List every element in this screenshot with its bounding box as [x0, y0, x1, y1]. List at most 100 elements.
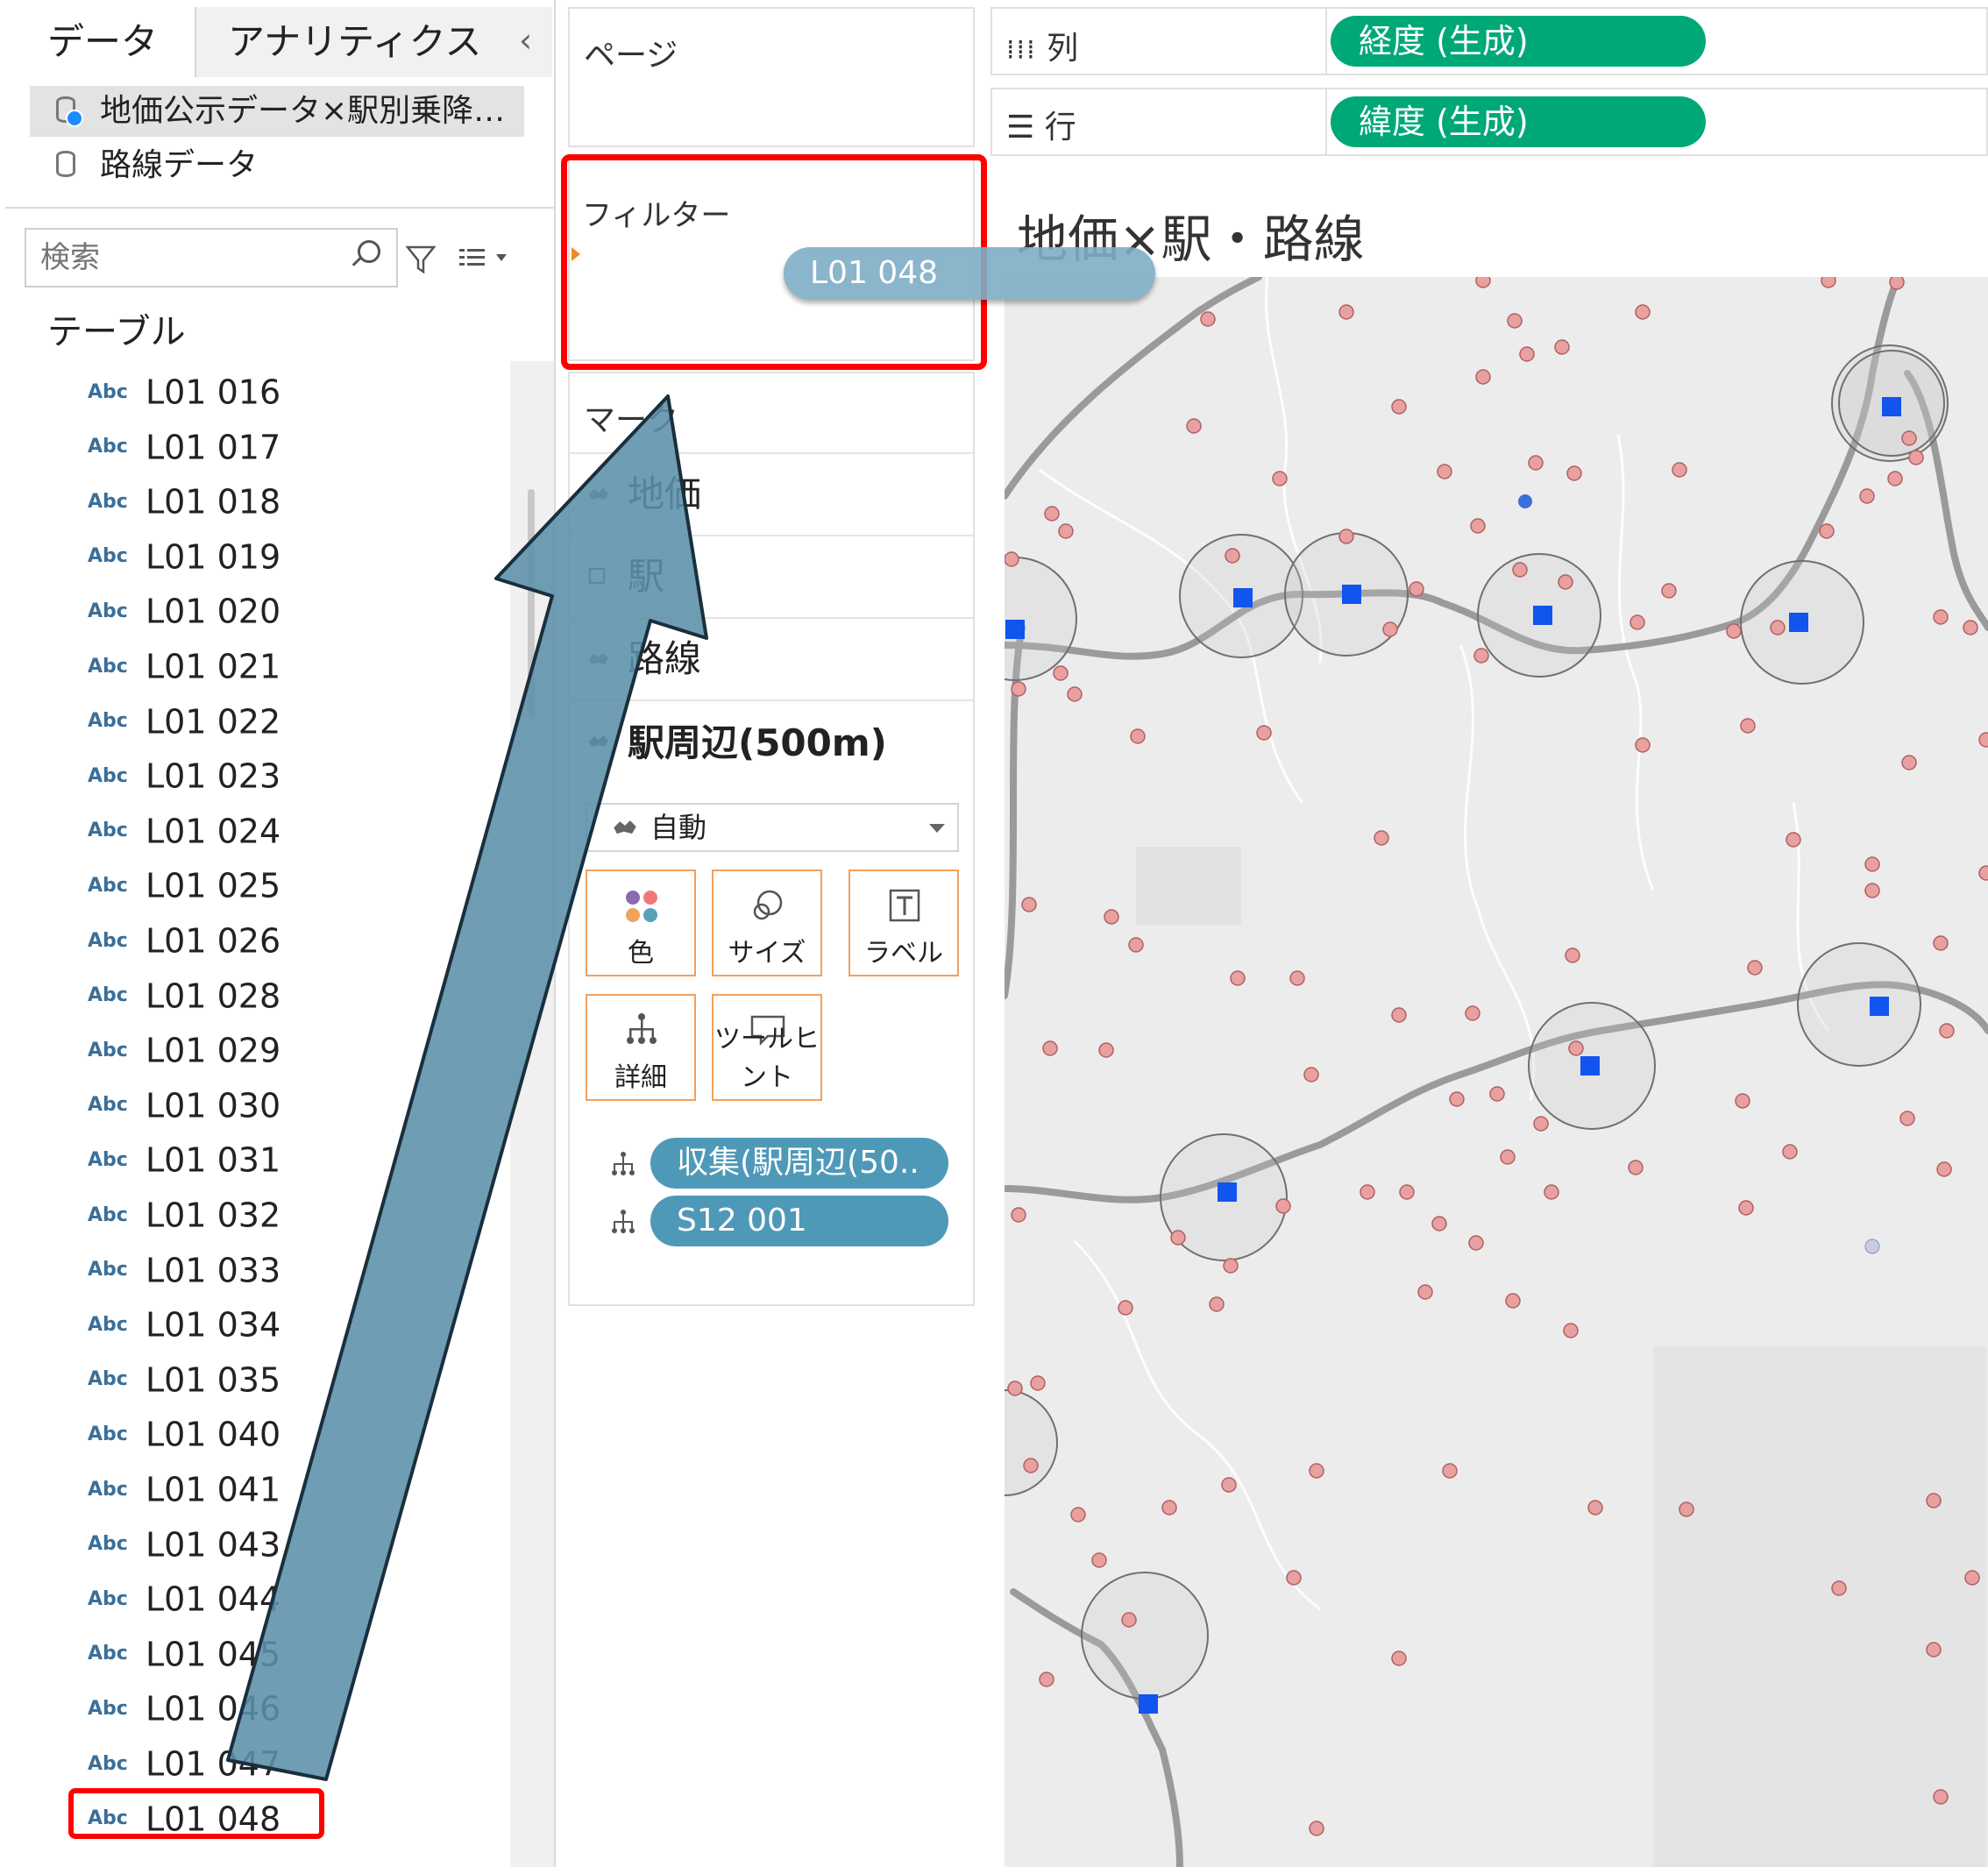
field-item[interactable]: Abc L01 044 [88, 1570, 280, 1624]
field-item[interactable]: Abc L01 024 [88, 802, 280, 856]
field-label: L01 021 [146, 647, 281, 686]
station-marker [1870, 997, 1889, 1016]
size-button[interactable]: サイズ [712, 870, 822, 976]
datasource-item[interactable]: 地価公示データ×駅別乗降… [30, 86, 524, 137]
land-price-point [1747, 960, 1763, 976]
search-input[interactable] [25, 228, 398, 288]
land-price-point [1431, 1216, 1447, 1232]
field-item[interactable]: Abc L01 040 [88, 1405, 280, 1459]
string-type-icon: Abc [88, 1203, 128, 1226]
station-marker [1789, 613, 1808, 632]
field-label: L01 045 [146, 1635, 281, 1674]
field-item[interactable]: Abc L01 031 [88, 1131, 280, 1185]
field-item[interactable]: Abc L01 043 [88, 1516, 280, 1570]
field-item[interactable]: Abc L01 028 [88, 967, 280, 1021]
mark-type-dropdown[interactable]: 自動 [586, 803, 959, 852]
station-marker [1580, 1056, 1600, 1075]
field-label: L01 032 [146, 1196, 281, 1235]
land-price-point [1926, 1493, 1942, 1509]
tooltip-button[interactable]: ツールヒント [712, 994, 822, 1101]
land-price-point [1470, 518, 1486, 534]
field-item[interactable]: Abc L01 017 [88, 418, 280, 472]
tab-data[interactable]: データ [5, 7, 194, 77]
field-item[interactable]: Abc L01 045 [88, 1625, 280, 1679]
land-price-point [1831, 1580, 1847, 1596]
land-price-point [1507, 313, 1523, 329]
detail-button[interactable]: 詳細 [586, 994, 696, 1101]
detail-pill-s12[interactable]: S12 001 [650, 1196, 948, 1246]
land-price-point [1170, 1230, 1186, 1246]
detail-pill-collect[interactable]: 収集(駅周辺(50.. [650, 1138, 948, 1189]
station-buffer [1005, 557, 1077, 681]
field-item[interactable]: Abc L01 033 [88, 1241, 280, 1296]
field-item[interactable]: Abc L01 021 [88, 637, 280, 692]
field-item[interactable]: Abc L01 018 [88, 472, 280, 527]
land-price-point [1889, 277, 1905, 290]
string-type-icon: Abc [88, 1533, 128, 1556]
field-item[interactable]: Abc L01 047 [88, 1735, 280, 1789]
chevron-down-icon[interactable] [929, 824, 945, 833]
map-canvas[interactable] [1005, 277, 1988, 1867]
station-marker [1882, 397, 1901, 416]
land-price-point [1566, 465, 1582, 481]
field-item[interactable]: Abc L01 019 [88, 528, 280, 582]
land-price-point [1519, 346, 1535, 362]
rows-pill[interactable]: 緯度 (生成) [1331, 96, 1706, 147]
mark-layer-land-price[interactable]: 地価 [570, 452, 973, 533]
field-item[interactable]: Abc L01 030 [88, 1076, 280, 1131]
scrollbar-thumb[interactable] [528, 489, 535, 717]
land-price-point [1587, 1500, 1603, 1516]
land-price-point [1565, 948, 1580, 963]
field-item[interactable]: Abc L01 022 [88, 692, 280, 747]
tab-analytics[interactable]: アナリティクス [195, 7, 552, 77]
field-label: L01 019 [146, 537, 281, 577]
field-item[interactable]: Abc L01 034 [88, 1296, 280, 1350]
mark-type-label: 自動 [650, 811, 707, 844]
land-price-point [1128, 937, 1144, 953]
field-item[interactable]: Abc L01 035 [88, 1351, 280, 1405]
map-icon [589, 488, 608, 500]
string-type-icon: Abc [88, 984, 128, 1007]
string-type-icon: Abc [88, 1259, 128, 1281]
land-price-point [1230, 970, 1246, 986]
pages-card[interactable] [568, 7, 975, 147]
mark-layer-station[interactable]: 駅 [570, 535, 973, 615]
land-price-point [1417, 1284, 1433, 1300]
view-options-icon[interactable] [458, 244, 510, 275]
columns-pill[interactable]: 経度 (生成) [1331, 16, 1706, 67]
search-icon[interactable] [358, 240, 380, 263]
filter-icon[interactable] [405, 244, 437, 275]
field-item[interactable]: Abc L01 029 [88, 1021, 280, 1075]
map-view[interactable] [1005, 277, 1988, 1867]
land-price-point [1926, 1642, 1942, 1658]
field-item[interactable]: Abc L01 016 [88, 363, 280, 417]
mark-layer-station-area[interactable]: 駅周辺(500m) [570, 699, 973, 784]
collapse-pane-icon[interactable]: ‹ [519, 21, 532, 60]
land-price-point [1256, 725, 1272, 741]
land-price-point [1936, 1161, 1952, 1177]
field-label: L01 025 [146, 866, 281, 905]
mark-layer-label: 駅 [628, 555, 665, 598]
field-item[interactable]: Abc L01 032 [88, 1186, 280, 1240]
land-price-point [1672, 462, 1687, 478]
hierarchy-icon [627, 1013, 657, 1044]
mark-layer-line[interactable]: 路線 [570, 617, 973, 698]
field-item[interactable]: Abc L01 046 [88, 1679, 280, 1734]
filter-pill[interactable]: L01 048 [784, 247, 1155, 300]
field-item[interactable]: Abc L01 041 [88, 1460, 280, 1515]
field-item[interactable]: Abc L01 020 [88, 582, 280, 636]
label-button[interactable]: ラベル [848, 870, 959, 976]
field-label: L01 033 [146, 1251, 281, 1290]
land-price-point [1635, 737, 1651, 753]
land-price-point [1023, 1458, 1039, 1473]
color-button[interactable]: 色 [586, 870, 696, 976]
land-price-point [1067, 686, 1083, 702]
divider [1325, 7, 1327, 75]
datasource-item[interactable]: 路線データ [30, 140, 524, 191]
field-item[interactable]: Abc L01 026 [88, 912, 280, 966]
field-item[interactable]: Abc L01 025 [88, 856, 280, 911]
station-marker [1233, 588, 1253, 607]
land-price-point [1042, 1040, 1058, 1056]
field-item[interactable]: Abc L01 023 [88, 747, 280, 801]
terrain-patch [1653, 1346, 1986, 1867]
